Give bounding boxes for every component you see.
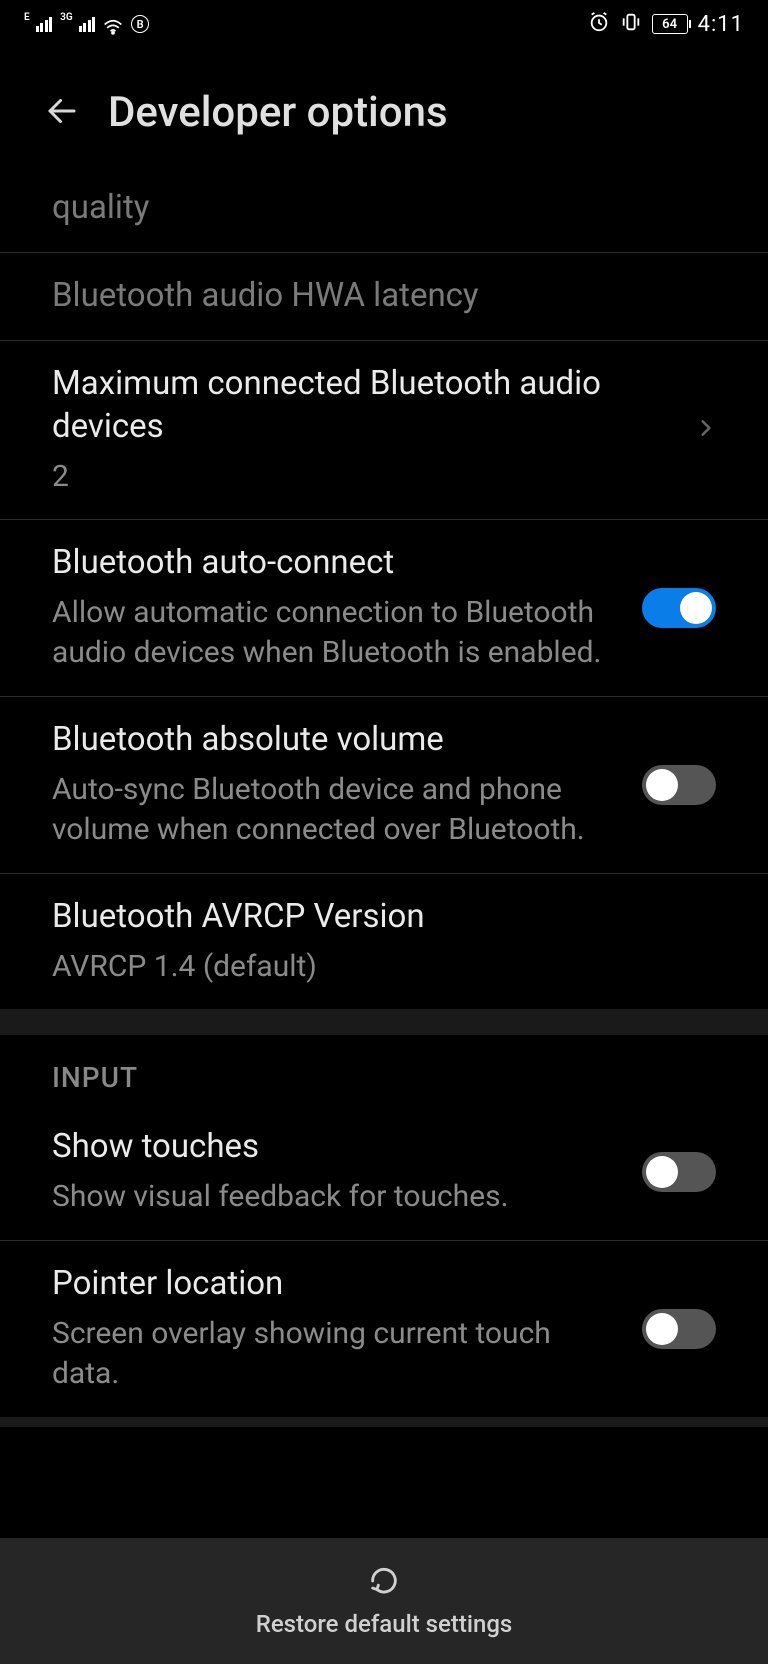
section-divider	[0, 1417, 768, 1427]
setting-bluetooth-auto-connect[interactable]: Bluetooth auto-connect Allow automatic c…	[0, 520, 768, 697]
circle-b-icon: B	[131, 15, 149, 33]
chevron-right-icon	[696, 418, 716, 442]
section-header-input: INPUT	[0, 1035, 768, 1104]
restore-icon	[367, 1564, 401, 1602]
setting-value: 2	[52, 457, 672, 498]
signal-network-label-2: 3G	[60, 12, 73, 23]
toggle-show-touches[interactable]	[642, 1152, 716, 1192]
wifi-icon	[103, 16, 123, 32]
setting-pointer-location[interactable]: Pointer location Screen overlay showing …	[0, 1241, 768, 1417]
battery-icon: 64	[652, 14, 688, 34]
setting-title: Show touches	[52, 1126, 618, 1169]
setting-description: Show visual feedback for touches.	[52, 1177, 618, 1218]
setting-title: quality	[52, 187, 716, 230]
restore-defaults-button[interactable]: Restore default settings	[0, 1538, 768, 1664]
restore-label: Restore default settings	[256, 1610, 513, 1638]
signal-icon-2	[79, 17, 96, 32]
setting-title: Bluetooth auto-connect	[52, 542, 618, 585]
signal-icon-1	[36, 17, 53, 32]
setting-title: Bluetooth absolute volume	[52, 719, 618, 762]
toggle-pointer-location[interactable]	[642, 1309, 716, 1349]
setting-quality[interactable]: quality	[0, 165, 768, 253]
setting-max-bluetooth-devices[interactable]: Maximum connected Bluetooth audio device…	[0, 341, 768, 520]
setting-hwa-latency[interactable]: Bluetooth audio HWA latency	[0, 253, 768, 341]
status-right: 64 4:11	[588, 11, 744, 38]
toggle-bluetooth-auto-connect[interactable]	[642, 588, 716, 628]
alarm-icon	[588, 11, 610, 38]
setting-description: Allow automatic connection to Bluetooth …	[52, 593, 618, 674]
setting-title: Maximum connected Bluetooth audio device…	[52, 363, 672, 449]
page-title: Developer options	[108, 88, 448, 137]
settings-list: quality Bluetooth audio HWA latency Maxi…	[0, 165, 768, 1427]
setting-avrcp-version[interactable]: Bluetooth AVRCP Version AVRCP 1.4 (defau…	[0, 874, 768, 1009]
setting-title: Bluetooth AVRCP Version	[52, 896, 716, 939]
setting-description: Auto-sync Bluetooth device and phone vol…	[52, 770, 618, 851]
setting-bluetooth-absolute-volume[interactable]: Bluetooth absolute volume Auto-sync Blue…	[0, 697, 768, 874]
status-bar: E 3G B 64 4:11	[0, 0, 768, 48]
setting-title: Pointer location	[52, 1263, 618, 1306]
setting-show-touches[interactable]: Show touches Show visual feedback for to…	[0, 1104, 768, 1240]
setting-description: Screen overlay showing current touch dat…	[52, 1314, 618, 1395]
toggle-bluetooth-absolute-volume[interactable]	[642, 765, 716, 805]
setting-value: AVRCP 1.4 (default)	[52, 947, 716, 988]
back-arrow-icon[interactable]	[44, 93, 80, 133]
page-header: Developer options	[0, 48, 768, 165]
signal-network-label-1: E	[24, 12, 30, 23]
section-divider	[0, 1009, 768, 1035]
setting-title: Bluetooth audio HWA latency	[52, 275, 716, 318]
vibrate-icon	[620, 11, 642, 38]
status-left: E 3G B	[24, 15, 149, 33]
clock-time: 4:11	[698, 12, 744, 37]
